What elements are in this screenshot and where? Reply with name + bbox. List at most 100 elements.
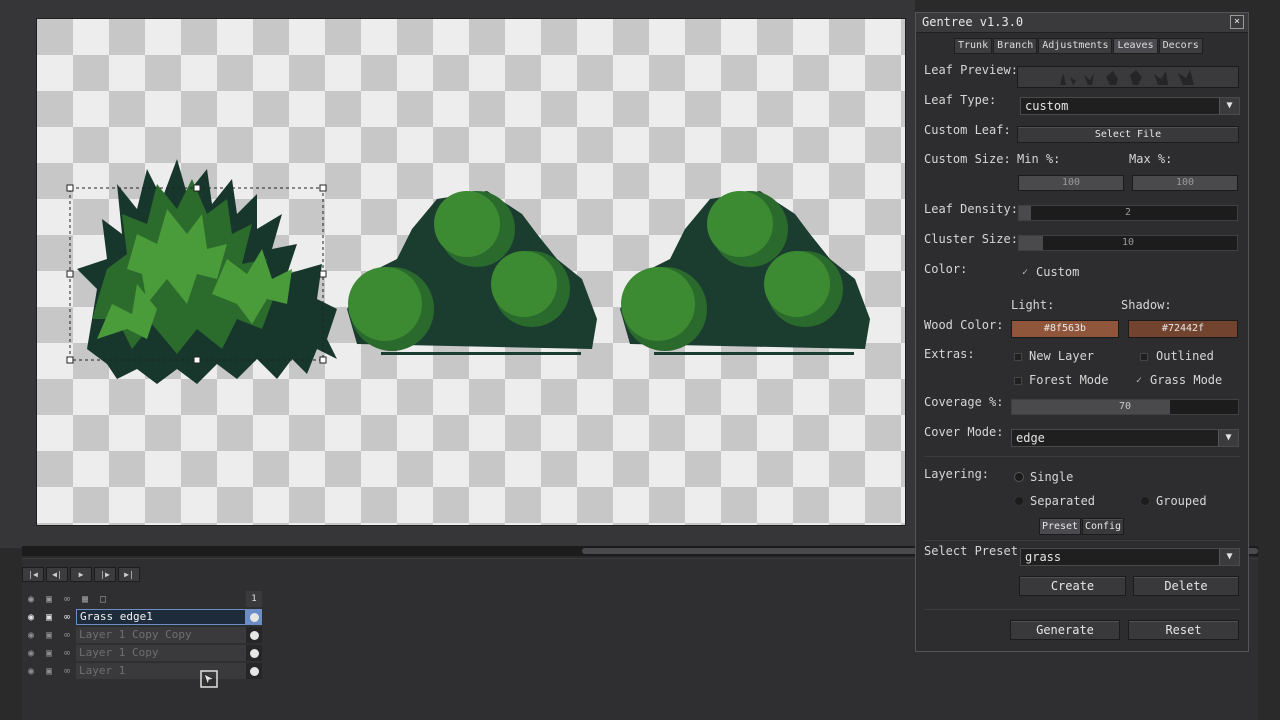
- layering-label: Layering:: [924, 467, 990, 481]
- tab-trunk[interactable]: Trunk: [954, 38, 993, 54]
- gentree-panel: Gentree v1.3.0 × Trunk Branch Adjustment…: [915, 12, 1249, 652]
- tab-decors[interactable]: Decors: [1158, 38, 1203, 54]
- grass-sprite[interactable]: [77, 159, 337, 384]
- generate-button[interactable]: Generate: [1010, 620, 1120, 640]
- wood-shadow-swatch[interactable]: #72442f: [1128, 320, 1238, 338]
- custom-size-label: Custom Size:: [924, 152, 1011, 166]
- chevron-down-icon[interactable]: ▼: [1218, 430, 1238, 446]
- lock-icon[interactable]: ▣: [40, 627, 58, 643]
- group-icon[interactable]: ▦: [78, 592, 92, 606]
- layer-row[interactable]: ◉ ▣ ∞ Grass edge1: [22, 609, 262, 625]
- tab-config[interactable]: Config: [1082, 518, 1124, 535]
- new-layer-checkbox[interactable]: [1014, 353, 1022, 361]
- max-size-input[interactable]: 100: [1132, 175, 1238, 191]
- tab-adjustments[interactable]: Adjustments: [1038, 38, 1113, 54]
- link-icon[interactable]: ∞: [58, 645, 76, 661]
- eye-icon[interactable]: ◉: [22, 627, 40, 643]
- preset-dropdown[interactable]: grass ▼: [1020, 548, 1240, 566]
- lock-icon[interactable]: ▣: [40, 645, 58, 661]
- close-icon[interactable]: ×: [1230, 15, 1244, 29]
- select-file-button[interactable]: Select File: [1017, 126, 1239, 143]
- eye-icon[interactable]: ◉: [22, 609, 40, 625]
- tab-branch[interactable]: Branch: [993, 38, 1038, 54]
- wood-light-swatch[interactable]: #8f563b: [1011, 320, 1119, 338]
- grass-mode-checkbox[interactable]: ✓: [1134, 376, 1144, 386]
- tab-preset[interactable]: Preset: [1039, 518, 1081, 535]
- lock-icon[interactable]: ▣: [40, 663, 58, 679]
- layer-name[interactable]: Layer 1 Copy: [76, 645, 246, 661]
- cel[interactable]: [246, 663, 262, 679]
- leaf-density-slider[interactable]: 2: [1018, 205, 1238, 221]
- lock-icon[interactable]: ▣: [42, 592, 56, 606]
- panel-title: Gentree v1.3.0: [922, 15, 1024, 29]
- divider: [924, 540, 1240, 541]
- cluster-size-slider[interactable]: 10: [1018, 235, 1238, 251]
- layer-header: ◉ ▣ ∞ ▦ □: [22, 591, 262, 607]
- color-label: Color:: [924, 262, 968, 276]
- layer-row[interactable]: ◉ ▣ ∞ Layer 1: [22, 663, 262, 679]
- layer-name[interactable]: Grass edge1: [76, 609, 246, 625]
- frame-number[interactable]: 1: [246, 591, 262, 607]
- mouse-cursor-icon: [200, 670, 218, 688]
- single-radio[interactable]: [1014, 472, 1024, 482]
- leaf-preview-label: Leaf Preview:: [924, 63, 1018, 77]
- single-label: Single: [1030, 470, 1074, 484]
- new-layer-label: New Layer: [1029, 349, 1095, 363]
- grouped-label: Grouped: [1156, 494, 1207, 508]
- play-button[interactable]: ▶: [70, 567, 92, 582]
- cluster-size-value: 10: [1121, 237, 1135, 248]
- layer-icon[interactable]: □: [96, 592, 110, 606]
- delete-button[interactable]: Delete: [1133, 576, 1239, 596]
- max-label: Max %:: [1129, 152, 1173, 166]
- grass-mode-label: Grass Mode: [1150, 373, 1223, 387]
- reset-button[interactable]: Reset: [1128, 620, 1239, 640]
- link-icon[interactable]: ∞: [58, 627, 76, 643]
- cel[interactable]: [246, 645, 262, 661]
- cel[interactable]: [246, 627, 262, 643]
- drawing-canvas[interactable]: [36, 18, 906, 526]
- min-size-input[interactable]: 100: [1018, 175, 1124, 191]
- bush-sprite-2[interactable]: [620, 191, 870, 355]
- layer-row[interactable]: ◉ ▣ ∞ Layer 1 Copy Copy: [22, 627, 262, 643]
- leaf-shapes-icon: [1060, 70, 1194, 85]
- forest-mode-checkbox[interactable]: [1014, 377, 1022, 385]
- chevron-down-icon[interactable]: ▼: [1219, 549, 1239, 565]
- grouped-radio[interactable]: [1140, 496, 1150, 506]
- custom-color-checkbox[interactable]: ✓: [1020, 268, 1030, 278]
- layer-name[interactable]: Layer 1: [76, 663, 246, 679]
- separated-label: Separated: [1030, 494, 1096, 508]
- layer-row[interactable]: ◉ ▣ ∞ Layer 1 Copy: [22, 645, 262, 661]
- leaf-type-dropdown[interactable]: custom ▼: [1020, 97, 1240, 115]
- cel[interactable]: [246, 609, 262, 625]
- shadow-label: Shadow:: [1121, 298, 1172, 312]
- outlined-checkbox[interactable]: [1140, 353, 1148, 361]
- playback-controls: |◀ ◀| ▶ |▶ ▶|: [22, 567, 140, 583]
- create-button[interactable]: Create: [1019, 576, 1126, 596]
- eye-icon[interactable]: ◉: [22, 663, 40, 679]
- leaf-density-label: Leaf Density:: [924, 202, 1018, 216]
- lock-icon[interactable]: ▣: [40, 609, 58, 625]
- eye-icon[interactable]: ◉: [24, 592, 38, 606]
- eye-icon[interactable]: ◉: [22, 645, 40, 661]
- forest-mode-label: Forest Mode: [1029, 373, 1109, 387]
- coverage-slider[interactable]: 70: [1011, 399, 1239, 415]
- separated-radio[interactable]: [1014, 496, 1024, 506]
- first-frame-button[interactable]: |◀: [22, 567, 44, 582]
- bush-sprite-1[interactable]: [347, 191, 597, 355]
- panel-titlebar[interactable]: Gentree v1.3.0 ×: [916, 13, 1248, 33]
- wood-color-label: Wood Color:: [924, 318, 1004, 332]
- canvas-artwork: [66, 159, 870, 384]
- cover-mode-dropdown[interactable]: edge ▼: [1011, 429, 1239, 447]
- link-icon[interactable]: ∞: [58, 663, 76, 679]
- tab-leaves[interactable]: Leaves: [1113, 38, 1158, 54]
- link-icon[interactable]: ∞: [60, 592, 74, 606]
- light-label: Light:: [1011, 298, 1055, 312]
- previous-frame-button[interactable]: ◀|: [46, 567, 68, 582]
- leaf-density-value: 2: [1124, 207, 1132, 218]
- layer-name[interactable]: Layer 1 Copy Copy: [76, 627, 246, 643]
- chevron-down-icon[interactable]: ▼: [1219, 98, 1239, 114]
- last-frame-button[interactable]: ▶|: [118, 567, 140, 582]
- next-frame-button[interactable]: |▶: [94, 567, 116, 582]
- link-icon[interactable]: ∞: [58, 609, 76, 625]
- panel-tabs: Trunk Branch Adjustments Leaves Decors: [954, 38, 1203, 54]
